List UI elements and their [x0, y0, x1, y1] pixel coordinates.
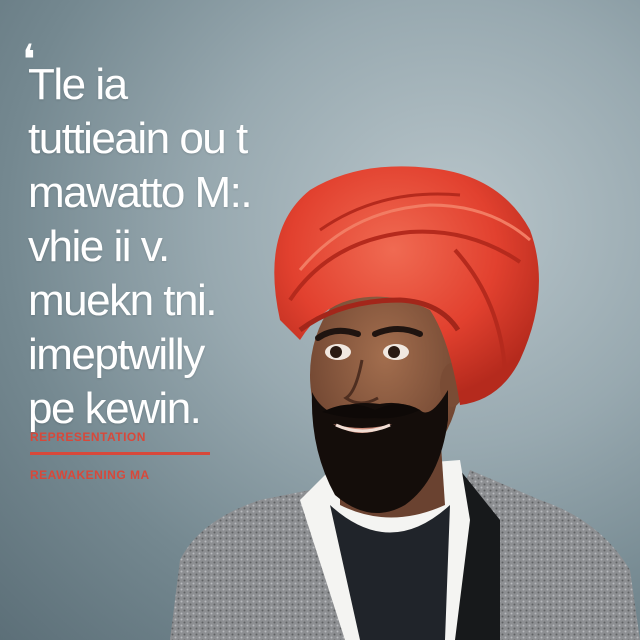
headline-line: imeptwilly — [28, 330, 205, 379]
divider — [30, 452, 210, 455]
headline-line: muekn tni. — [28, 276, 217, 325]
caption-top: REPRESENTATION — [30, 430, 146, 444]
headline: Tle ia tuttieain ou t mawatto M:. vhie i… — [28, 58, 328, 436]
poster: ❛ Tle ia tuttieain ou t mawatto M:. vhie… — [0, 0, 640, 640]
headline-line: tuttieain ou t — [28, 114, 248, 163]
caption-bottom: REAWAKENING MA — [30, 468, 150, 482]
headline-line: pe kewin. — [28, 384, 202, 433]
headline-line: mawatto M:. — [28, 168, 253, 217]
headline-line: Tle ia — [28, 60, 128, 109]
headline-line: vhie ii v. — [28, 222, 170, 271]
